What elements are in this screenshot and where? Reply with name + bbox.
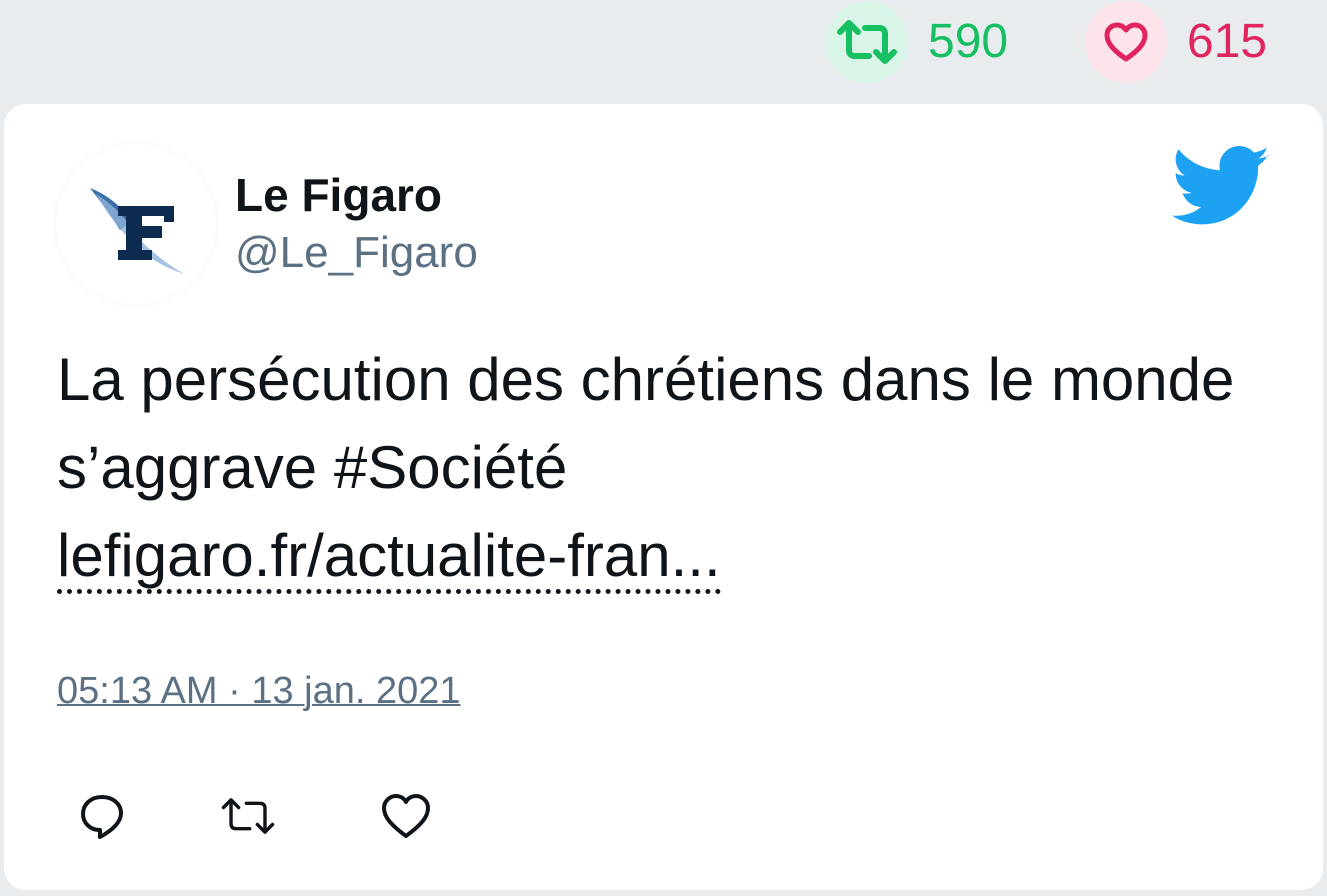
like-action-icon[interactable] [378, 788, 434, 844]
like-stat[interactable]: 615 [1085, 0, 1267, 84]
tweet-timestamp[interactable]: 05:13 AM · 13 jan. 2021 [57, 670, 461, 713]
author-handle[interactable]: @Le_Figaro [235, 228, 478, 278]
tweet-link[interactable]: lefigaro.fr/actualite-fran... [57, 522, 721, 594]
author-avatar[interactable] [56, 144, 216, 304]
heart-icon[interactable] [1085, 1, 1167, 83]
retweet-icon[interactable] [826, 1, 908, 83]
like-count: 615 [1187, 15, 1268, 68]
twitter-bird-icon[interactable] [1171, 146, 1272, 231]
author-name[interactable]: Le Figaro [235, 168, 442, 222]
tweet-body: La persécution des chrétiens dans le mon… [57, 346, 1235, 501]
tweet-text: La persécution des chrétiens dans le mon… [57, 336, 1257, 600]
retweet-count: 590 [928, 15, 1009, 68]
retweet-action-icon[interactable] [220, 788, 276, 844]
le-figaro-logo-icon [90, 188, 184, 274]
engagement-stats-bar: 590 615 [0, 0, 1327, 100]
tweet-card: Le Figaro @Le_Figaro La persécution des … [4, 104, 1323, 890]
retweet-stat[interactable]: 590 [826, 0, 1008, 84]
reply-icon[interactable] [74, 788, 130, 844]
